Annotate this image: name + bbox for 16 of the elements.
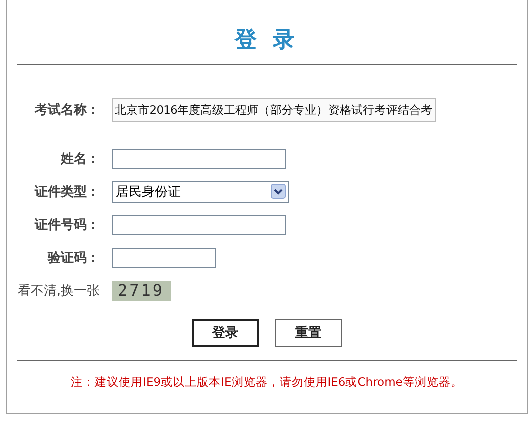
- captcha-image[interactable]: 2719: [112, 280, 171, 300]
- login-title: 登 录: [234, 27, 300, 55]
- input-field[interactable]: [112, 148, 286, 168]
- field-label: 考试名称：: [34, 102, 101, 118]
- field-label: 证件类型：: [34, 184, 101, 200]
- browser-note: 注：建议使用IE9或以上版本IE浏览器，请勿使用IE6或Chrome等浏览器。: [70, 375, 464, 390]
- form-button[interactable]: 重置: [275, 319, 342, 347]
- id-type-dropdown[interactable]: 居民身份证: [112, 180, 289, 202]
- field-label: 证件号码：: [34, 216, 101, 234]
- captcha-input-field[interactable]: [112, 248, 216, 268]
- field-label: 验证码：: [46, 250, 101, 266]
- form-button[interactable]: 登录: [192, 319, 259, 347]
- exam-name-field[interactable]: 北京市2016年度高级工程师（部分专业）资格试行考评结合考: [112, 98, 436, 122]
- input-field[interactable]: [112, 214, 286, 234]
- field-label: 看不清,换一张: [16, 282, 101, 300]
- field-label: 姓名：: [60, 150, 101, 168]
